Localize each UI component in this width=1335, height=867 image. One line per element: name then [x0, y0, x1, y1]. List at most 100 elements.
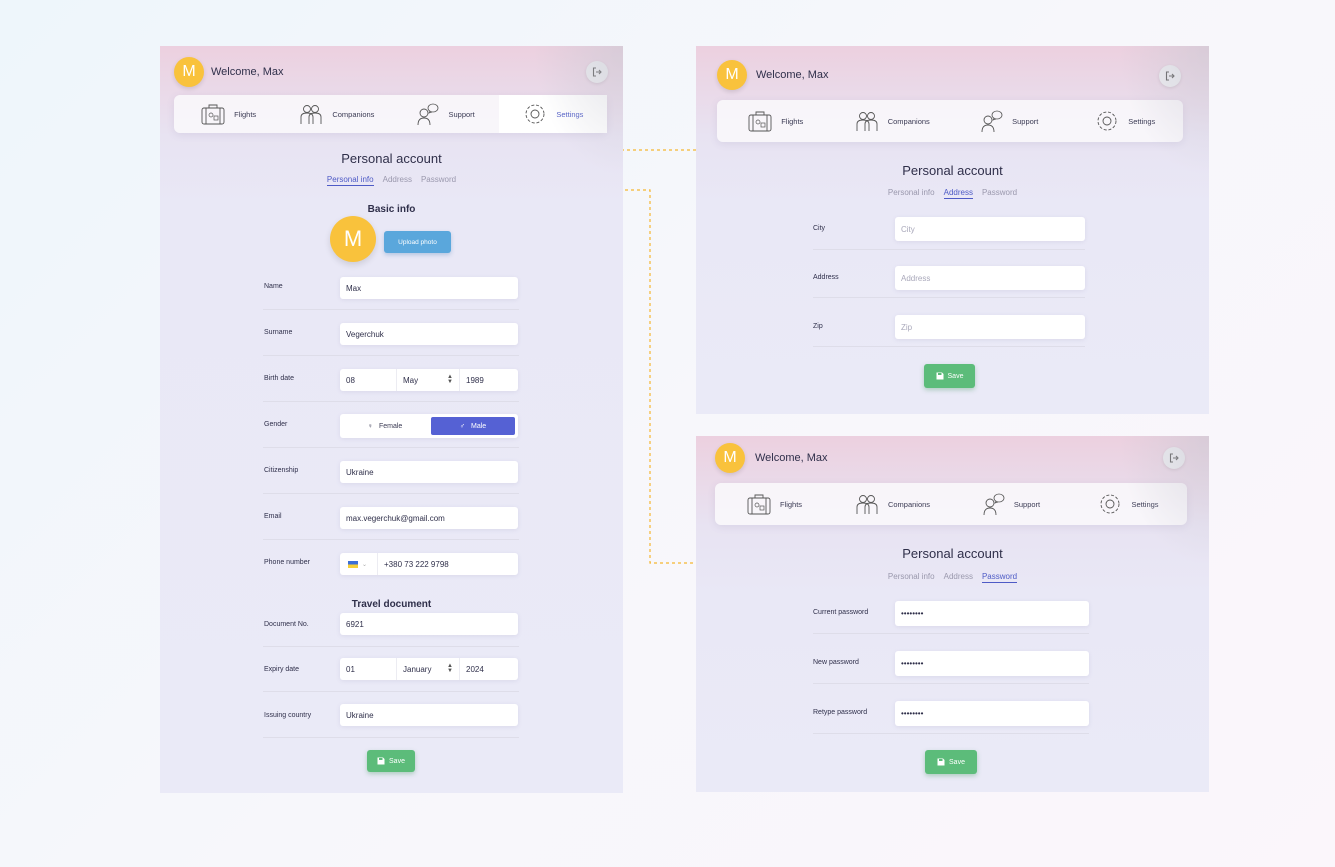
- logout-button[interactable]: [586, 61, 608, 83]
- gear-icon: [1094, 109, 1120, 133]
- current-password-field[interactable]: ••••••••: [895, 601, 1089, 626]
- name-field[interactable]: Max: [340, 277, 518, 299]
- country-code-select[interactable]: ⌄: [340, 553, 378, 575]
- zip-row: Zip Zip: [813, 307, 1085, 347]
- birth-year-input[interactable]: 1989: [460, 369, 518, 391]
- nav-flights[interactable]: Flights: [715, 483, 833, 525]
- tab-password[interactable]: Password: [421, 175, 456, 186]
- save-button[interactable]: Save: [367, 750, 415, 772]
- new-password-row: New password ••••••••: [813, 644, 1089, 684]
- city-field[interactable]: City: [895, 217, 1085, 241]
- suitcase-icon: [200, 102, 226, 126]
- city-placeholder: City: [901, 224, 915, 234]
- user-avatar[interactable]: M: [174, 57, 204, 87]
- tab-personal-info[interactable]: Personal info: [326, 175, 374, 186]
- profile-avatar: M: [330, 216, 376, 262]
- retype-password-label: Retype password: [813, 709, 868, 716]
- new-password-value: ••••••••: [901, 659, 924, 668]
- nav-flights-label: Flights: [234, 109, 257, 119]
- ukraine-flag-icon: [348, 560, 358, 568]
- email-field[interactable]: max.vegerchuk@gmail.com: [340, 507, 518, 529]
- password-screen: M Welcome, Max Flights Companions Suppor…: [696, 436, 1209, 792]
- nav-companions-label: Companions: [887, 116, 930, 126]
- nav-support[interactable]: Support: [950, 100, 1067, 142]
- expiry-label: Expiry date: [264, 666, 300, 673]
- nav-companions-label: Companions: [332, 109, 375, 119]
- expiry-date-field: 01 January ▲ ▼ 2024: [340, 658, 518, 680]
- select-arrows-icon: ▲ ▼: [447, 374, 453, 385]
- gender-male-option[interactable]: ♂ Male: [431, 417, 515, 435]
- header: M Welcome, Max: [696, 46, 1209, 98]
- expiry-month-value: January: [403, 664, 432, 674]
- save-button[interactable]: Save: [925, 750, 977, 774]
- save-icon: [937, 758, 945, 766]
- birth-date-label: Birth date: [264, 375, 294, 382]
- current-password-label: Current password: [813, 609, 869, 616]
- user-avatar[interactable]: M: [715, 443, 745, 473]
- citizenship-field[interactable]: Ukraine: [340, 461, 518, 483]
- logout-button[interactable]: [1163, 447, 1185, 469]
- tab-address[interactable]: Address: [944, 572, 973, 583]
- nav-settings-label: Settings: [1131, 499, 1159, 509]
- city-row: City City: [813, 210, 1085, 250]
- email-value: max.vegerchuk@gmail.com: [346, 513, 445, 523]
- phone-row: Phone number ⌄ +380 73 222 9798: [263, 546, 519, 586]
- nav-settings[interactable]: Settings: [1067, 100, 1184, 142]
- birth-month-value: May: [403, 375, 419, 385]
- nav-settings[interactable]: Settings: [1069, 483, 1187, 525]
- gear-icon: [1097, 492, 1123, 516]
- surname-field[interactable]: Vegerchuk: [340, 323, 518, 345]
- nav-support-label: Support: [1013, 499, 1041, 509]
- surname-value: Vegerchuk: [346, 329, 384, 339]
- nav-flights-label: Flights: [779, 499, 803, 509]
- nav-flights[interactable]: Flights: [717, 100, 834, 142]
- nav-companions[interactable]: Companions: [282, 95, 390, 133]
- companions-icon: [854, 492, 880, 516]
- issuing-label: Issuing country: [264, 712, 312, 719]
- welcome-text: Welcome, Max: [756, 69, 829, 81]
- expiry-row: Expiry date 01 January ▲ ▼ 2024: [263, 652, 519, 692]
- retype-password-value: ••••••••: [901, 709, 924, 718]
- upload-photo-button[interactable]: Upload photo: [384, 231, 451, 253]
- birth-month-select[interactable]: May ▲ ▼: [397, 369, 460, 391]
- expiry-year-input[interactable]: 2024: [460, 658, 518, 680]
- save-label: Save: [947, 372, 964, 380]
- page-title: Personal account: [902, 546, 1003, 561]
- welcome-text: Welcome, Max: [211, 66, 284, 78]
- citizenship-row: Citizenship Ukraine: [263, 454, 519, 494]
- nav-settings[interactable]: Settings: [498, 95, 607, 133]
- nav-support[interactable]: Support: [951, 483, 1069, 525]
- tab-address[interactable]: Address: [943, 188, 973, 199]
- address-field[interactable]: Address: [895, 266, 1085, 290]
- tab-address[interactable]: Address: [383, 175, 412, 186]
- gender-male-label: Male: [471, 422, 487, 430]
- tab-password[interactable]: Password: [981, 572, 1018, 583]
- save-label: Save: [389, 757, 405, 765]
- tab-personal-info[interactable]: Personal info: [888, 188, 935, 199]
- nav-support[interactable]: Support: [391, 95, 499, 133]
- issuing-country-field[interactable]: Ukraine: [340, 704, 518, 726]
- gender-female-option[interactable]: ♀ Female: [343, 417, 427, 435]
- expiry-day-input[interactable]: 01: [340, 658, 397, 680]
- nav-companions[interactable]: Companions: [834, 100, 951, 142]
- logout-button[interactable]: [1159, 65, 1181, 87]
- zip-field[interactable]: Zip: [895, 315, 1085, 339]
- male-icon: ♂: [459, 422, 466, 430]
- save-button[interactable]: Save: [924, 364, 975, 388]
- nav-flights[interactable]: Flights: [174, 95, 282, 133]
- expiry-month-select[interactable]: January ▲ ▼: [397, 658, 460, 680]
- tab-password[interactable]: Password: [982, 188, 1017, 199]
- header: M Welcome, Max: [160, 46, 623, 98]
- tab-personal-info[interactable]: Personal info: [888, 572, 935, 583]
- logout-icon: [592, 67, 602, 77]
- birth-day-input[interactable]: 08: [340, 369, 397, 391]
- birth-date-row: Birth date 08 May ▲ ▼ 1989: [263, 362, 519, 402]
- suitcase-icon: [746, 492, 772, 516]
- document-field[interactable]: 6921: [340, 613, 518, 635]
- phone-value[interactable]: +380 73 222 9798: [378, 560, 449, 569]
- user-avatar[interactable]: M: [717, 60, 747, 90]
- retype-password-field[interactable]: ••••••••: [895, 701, 1089, 726]
- new-password-field[interactable]: ••••••••: [895, 651, 1089, 676]
- document-value: 6921: [346, 619, 364, 629]
- nav-companions[interactable]: Companions: [833, 483, 951, 525]
